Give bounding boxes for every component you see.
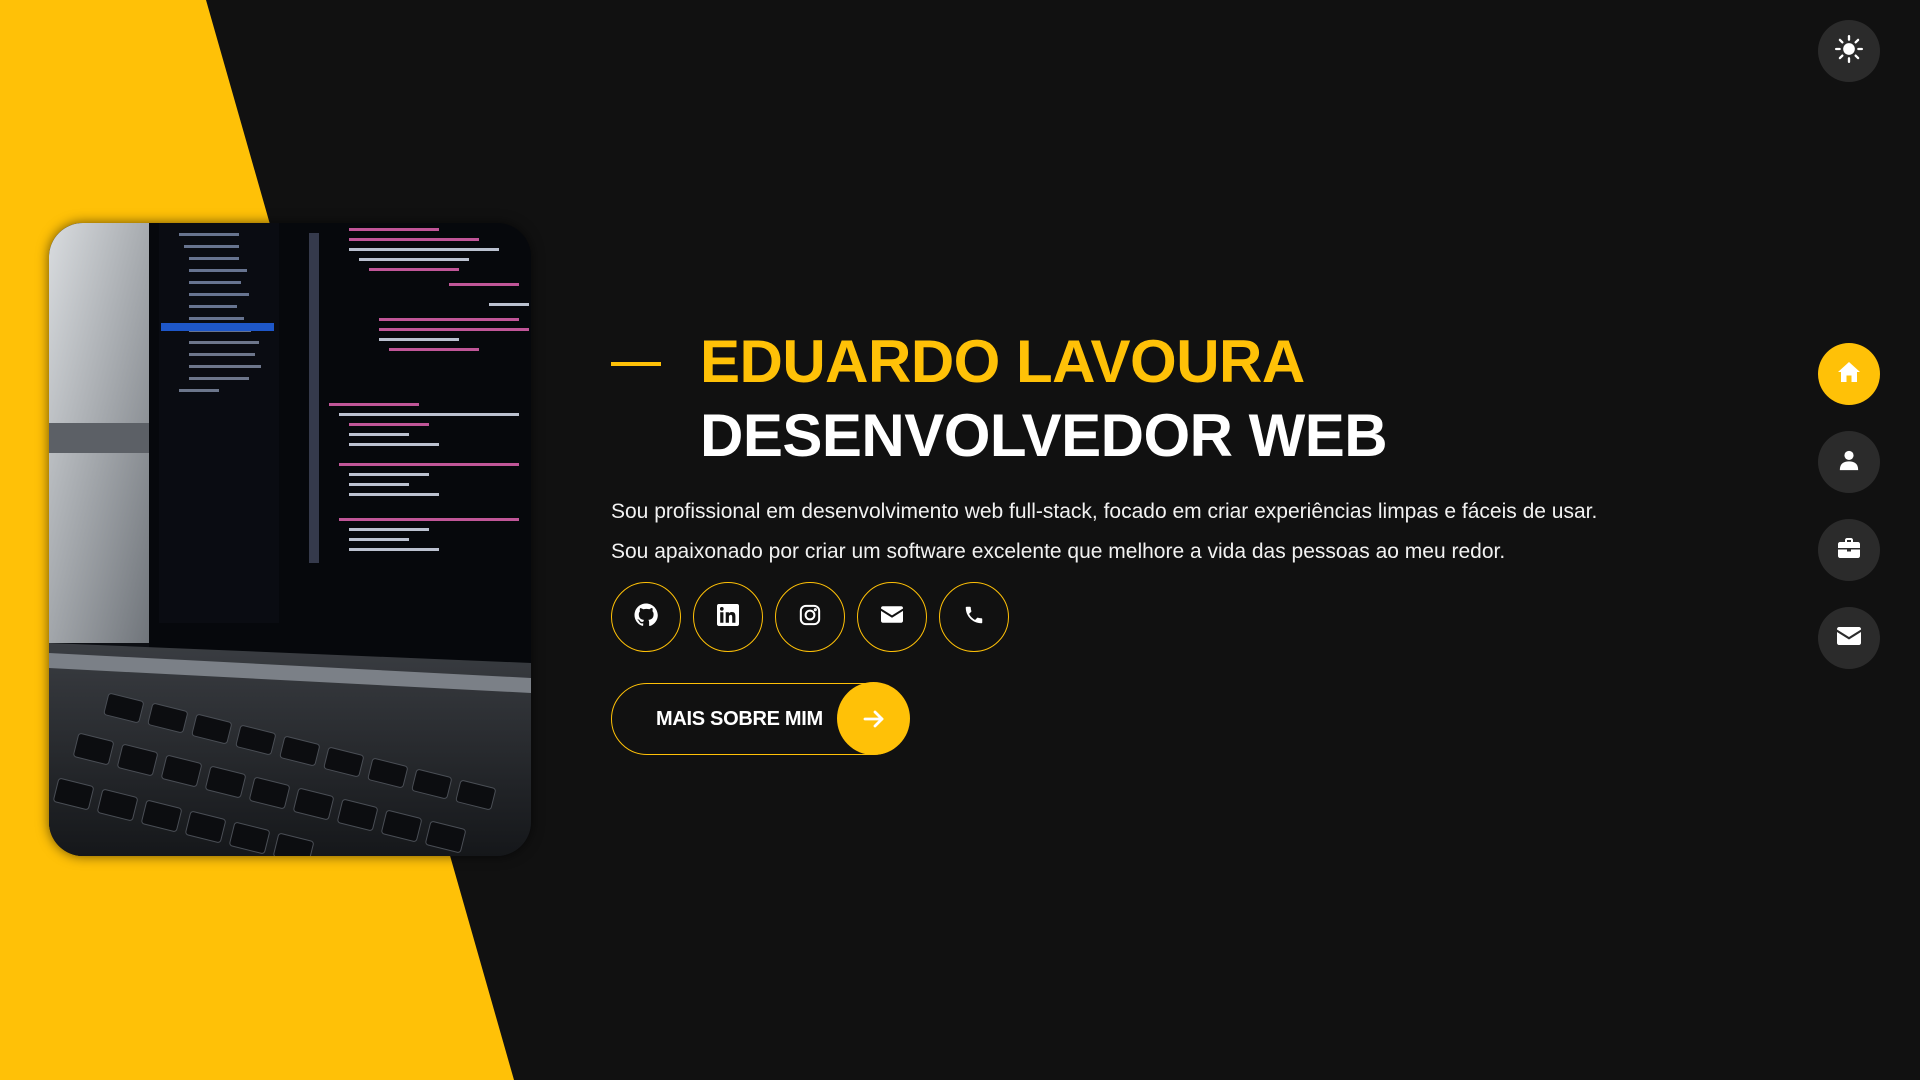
cta-label: MAIS SOBRE MIM	[656, 707, 823, 730]
github-icon	[634, 603, 658, 632]
hero-title: EDUARDO LAVOURA DESENVOLVEDOR WEB	[700, 326, 1388, 474]
hero-description: Sou profissional em desenvolvimento web …	[611, 492, 1631, 572]
description-line-1: Sou profissional em desenvolvimento web …	[611, 500, 1598, 523]
arrow-right-icon	[837, 682, 910, 755]
more-about-me-button[interactable]: MAIS SOBRE MIM	[611, 682, 910, 755]
briefcase-icon	[1837, 537, 1861, 564]
email-link[interactable]	[857, 582, 927, 652]
user-icon	[1838, 449, 1860, 476]
nav-portfolio-button[interactable]	[1818, 519, 1880, 581]
envelope-icon	[1837, 626, 1861, 650]
description-line-2: Sou apaixonado por criar um software exc…	[611, 540, 1506, 563]
envelope-icon	[881, 606, 903, 628]
hero-role: DESENVOLVEDOR WEB	[700, 402, 1388, 469]
social-links	[611, 582, 1009, 652]
theme-toggle-button[interactable]	[1818, 20, 1880, 82]
nav-about-button[interactable]	[1818, 431, 1880, 493]
home-icon	[1837, 361, 1861, 388]
instagram-icon	[799, 604, 821, 631]
instagram-link[interactable]	[775, 582, 845, 652]
hero-name: EDUARDO LAVOURA	[700, 328, 1305, 395]
linkedin-link[interactable]	[693, 582, 763, 652]
phone-link[interactable]	[939, 582, 1009, 652]
phone-icon	[963, 604, 985, 631]
nav-home-button[interactable]	[1818, 343, 1880, 405]
side-navigation	[1818, 343, 1880, 669]
nav-contact-button[interactable]	[1818, 607, 1880, 669]
sun-icon	[1835, 34, 1863, 68]
hero-photo-laptop	[49, 223, 531, 856]
github-link[interactable]	[611, 582, 681, 652]
title-accent-line	[611, 362, 661, 366]
linkedin-icon	[717, 603, 739, 631]
